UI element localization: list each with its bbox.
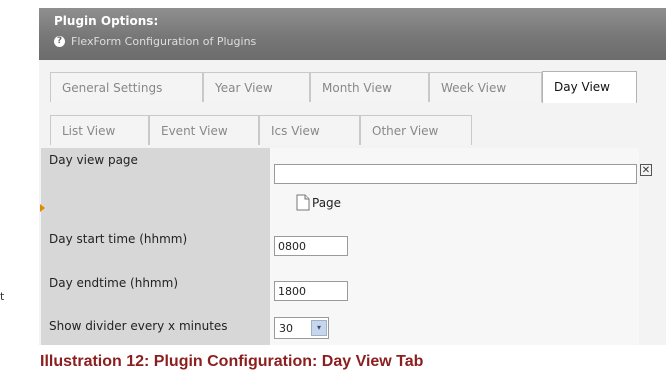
day-end-input[interactable] [274,281,348,301]
clear-icon[interactable]: ✕ [640,164,652,176]
tabs-row-1: General Settings Year View Month View We… [50,71,637,103]
plugin-options-header: Plugin Options: ? FlexForm Configuration… [39,8,666,60]
day-end-label: Day endtime (hhmm) [49,276,178,290]
tab-list-view[interactable]: List View [50,115,149,145]
tab-year-view[interactable]: Year View [203,72,310,102]
header-title: Plugin Options: [54,14,159,28]
divider-select[interactable]: 30 ▾ [274,317,329,339]
tab-day-view[interactable]: Day View [542,71,637,103]
header-subtitle-row: ? FlexForm Configuration of Plugins [54,35,256,48]
figure-caption: Illustration 12: Plugin Configuration: D… [40,353,424,370]
tab-ics-view[interactable]: Ics View [259,115,360,145]
page-browser-link[interactable]: Page [296,194,341,211]
tab-week-view[interactable]: Week View [429,72,542,102]
day-start-label: Day start time (hhmm) [49,232,188,246]
tabs-row-2: List View Event View Ics View Other View [50,115,472,145]
tab-general-settings[interactable]: General Settings [50,72,203,102]
tab-other-view[interactable]: Other View [360,115,472,145]
form-label-column [41,148,270,345]
cropped-edge-text: t [0,290,5,303]
row-pointer-arrow-icon [40,204,45,212]
chevron-down-icon[interactable]: ▾ [311,320,327,336]
tab-event-view[interactable]: Event View [149,115,259,145]
divider-select-value: 30 [279,322,293,335]
page-icon [296,194,310,211]
day-view-page-label: Day view page [49,153,138,167]
divider-label: Show divider every x minutes [49,319,228,333]
tab-month-view[interactable]: Month View [310,72,429,102]
header-subtitle: FlexForm Configuration of Plugins [71,35,257,48]
help-icon[interactable]: ? [54,36,65,47]
day-view-page-input[interactable] [274,164,637,184]
page-link-label: Page [312,195,342,210]
day-start-input[interactable] [274,236,348,256]
